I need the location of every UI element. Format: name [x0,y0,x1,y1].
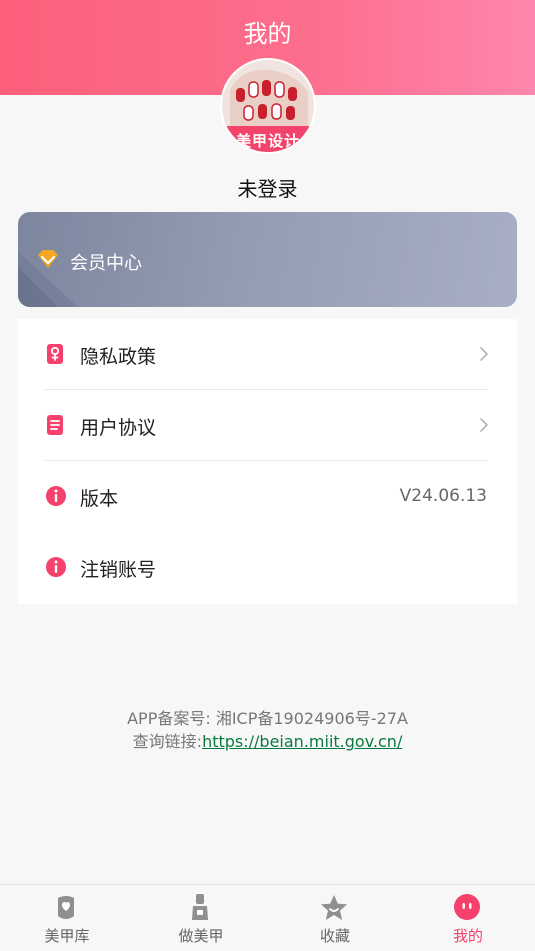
vip-center-label: 会员中心 [70,253,142,274]
icp-link-prefix: 查询链接: [132,732,203,751]
chevron-right-icon [480,418,488,432]
tab-label: 美甲库 [44,927,90,945]
info-icon [46,557,66,577]
avatar-banner-text: 美甲设计 [235,132,300,150]
vip-center-card[interactable]: 会员中心 [18,212,517,307]
menu-item-label: 隐私政策 [80,346,157,368]
icp-filing-info: APP备案号: 湘ICP备19024906号-27A 查询链接:https://… [0,707,535,753]
version-value: V24.06.13 [399,486,487,506]
icp-query-line: 查询链接:https://beian.miit.gov.cn/ [0,730,535,753]
menu-item-privacy-policy[interactable]: 隐私政策 [18,319,517,390]
tab-mine[interactable]: 我的 [401,885,535,951]
menu-item-label: 注销账号 [80,559,157,581]
menu-item-delete-account[interactable]: 注销账号 [18,532,517,603]
menu-item-label: 版本 [80,488,119,510]
menu-item-version[interactable]: 版本 V24.06.13 [18,461,517,532]
document-icon [47,415,63,435]
tab-favorites[interactable]: 收藏 [268,885,402,951]
icp-number-text: APP备案号: 湘ICP备19024906号-27A [127,709,408,728]
icp-query-link[interactable]: https://beian.miit.gov.cn/ [202,732,402,751]
privacy-icon [47,344,63,364]
menu-item-label: 用户协议 [80,417,157,439]
tab-label: 收藏 [319,927,350,945]
chevron-right-icon [480,347,488,361]
avatar[interactable]: 美甲设计 [220,58,316,154]
nail-polish-icon [192,894,208,920]
profile-face-icon [454,894,480,920]
menu-item-user-agreement[interactable]: 用户协议 [18,390,517,461]
page-title: 我的 [243,20,292,48]
star-icon [321,895,347,920]
tab-label: 做美甲 [178,927,224,945]
tab-do-nails[interactable]: 做美甲 [134,885,268,951]
tab-nail-library[interactable]: 美甲库 [0,885,134,951]
info-icon [46,486,66,506]
bottom-tab-bar: 美甲库 做美甲 收藏 我的 [0,884,535,951]
settings-menu: 隐私政策 用户协议 版本 V24.06.13 注销账号 [18,319,517,604]
tab-label: 我的 [452,927,483,945]
nail-library-icon [58,896,74,919]
username-label[interactable]: 未登录 [0,173,535,202]
diamond-icon [38,250,58,268]
